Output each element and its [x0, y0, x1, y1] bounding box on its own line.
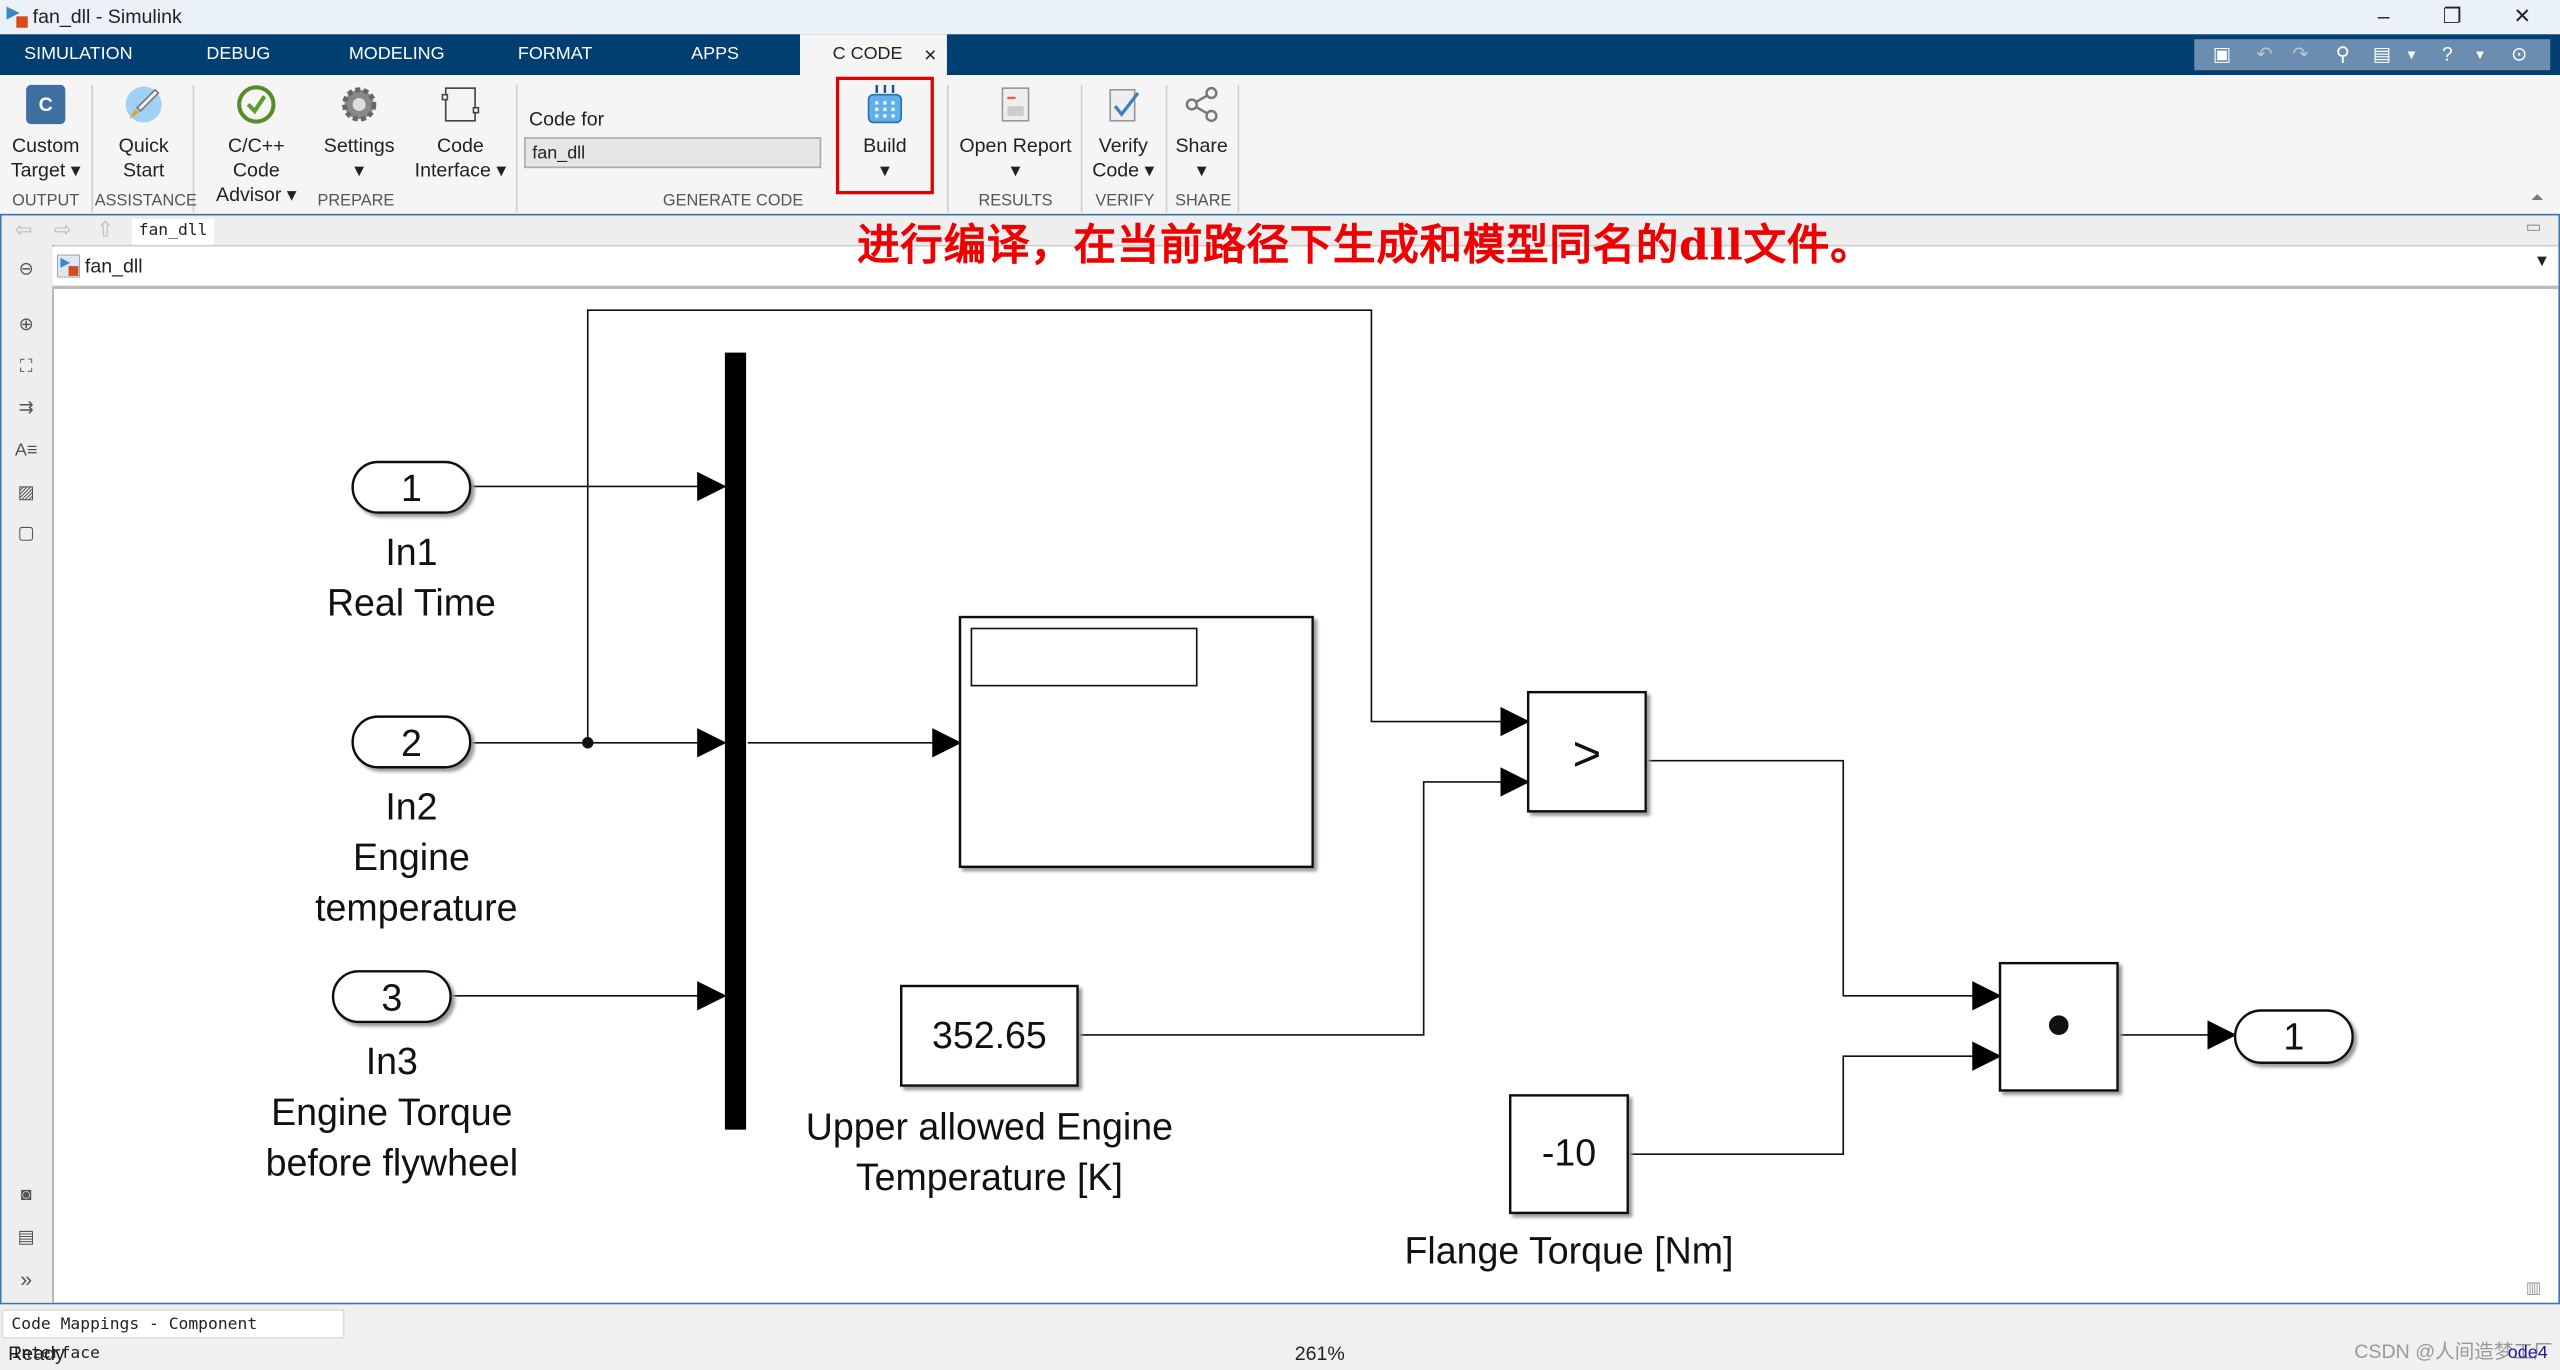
inport-2-desc-2: temperature: [315, 887, 517, 929]
inport-1-desc: Real Time: [327, 581, 496, 623]
outport-1[interactable]: 1: [2233, 1009, 2354, 1064]
zoom-level: 261%: [1294, 1341, 1345, 1365]
subsystem-inner-box: [970, 627, 1198, 687]
constant-upper-temp[interactable]: 352.65 Upper allowed Engine Temperature …: [806, 984, 1173, 1198]
mux-block[interactable]: [724, 352, 747, 1130]
constant-flange-torque-value: -10: [1542, 1132, 1596, 1174]
constant-upper-temp-label-2: Temperature [K]: [856, 1156, 1123, 1198]
block-diagram: 1 In1 Real Time 2 In2 Engine temperature…: [266, 309, 2354, 1272]
constant-upper-temp-value: 352.65: [932, 1014, 1047, 1056]
signal-compare-to-product[interactable]: [1647, 759, 2002, 1011]
relational-operator-block[interactable]: >: [1526, 690, 1647, 813]
inport-3-number: 3: [381, 976, 402, 1018]
status-text: Ready: [8, 1341, 65, 1365]
relational-operator-symbol: >: [1573, 728, 1602, 782]
inport-2-name: In2: [385, 785, 437, 827]
inport-3-desc-1: Engine Torque: [271, 1091, 512, 1133]
outport-1-number: 1: [2283, 1016, 2304, 1058]
subsystem-block[interactable]: [958, 615, 1314, 869]
constant-upper-temp-label-1: Upper allowed Engine: [806, 1105, 1173, 1147]
code-mappings-tab[interactable]: Code Mappings - Component Interface: [1, 1309, 345, 1363]
product-dot-icon: [2048, 1015, 2069, 1035]
solver-name[interactable]: ode4: [2508, 1344, 2548, 1364]
inport-2-desc-1: Engine: [353, 836, 470, 878]
inport-2-number: 2: [401, 722, 422, 764]
inport-1-name: In1: [385, 531, 437, 573]
product-block[interactable]: [1998, 961, 2119, 1092]
constant-flange-torque-label: Flange Torque [Nm]: [1405, 1230, 1734, 1272]
branch-point: [582, 737, 594, 749]
inport-3-name: In3: [366, 1040, 418, 1082]
constant-flange-torque[interactable]: -10 Flange Torque [Nm]: [1405, 1094, 1734, 1272]
inport-3[interactable]: 3 In3 Engine Torque before flywheel: [266, 970, 518, 1183]
inport-3-desc-2: before flywheel: [266, 1141, 518, 1183]
inport-1-number: 1: [401, 467, 422, 509]
signal-torque-to-product[interactable]: [1627, 1041, 2002, 1155]
inport-2[interactable]: 2 In2 Engine temperature: [315, 715, 518, 929]
signal-lines: [450, 309, 2237, 1155]
red-annotation-text: 进行编译，在当前路径下生成和模型同名的dll文件。: [857, 222, 1874, 271]
inport-1[interactable]: 1 In1 Real Time: [327, 460, 496, 623]
simulink-window: fan_dll - Simulink – ❐ ✕ SIMULATION DEBU…: [0, 0, 2560, 1369]
